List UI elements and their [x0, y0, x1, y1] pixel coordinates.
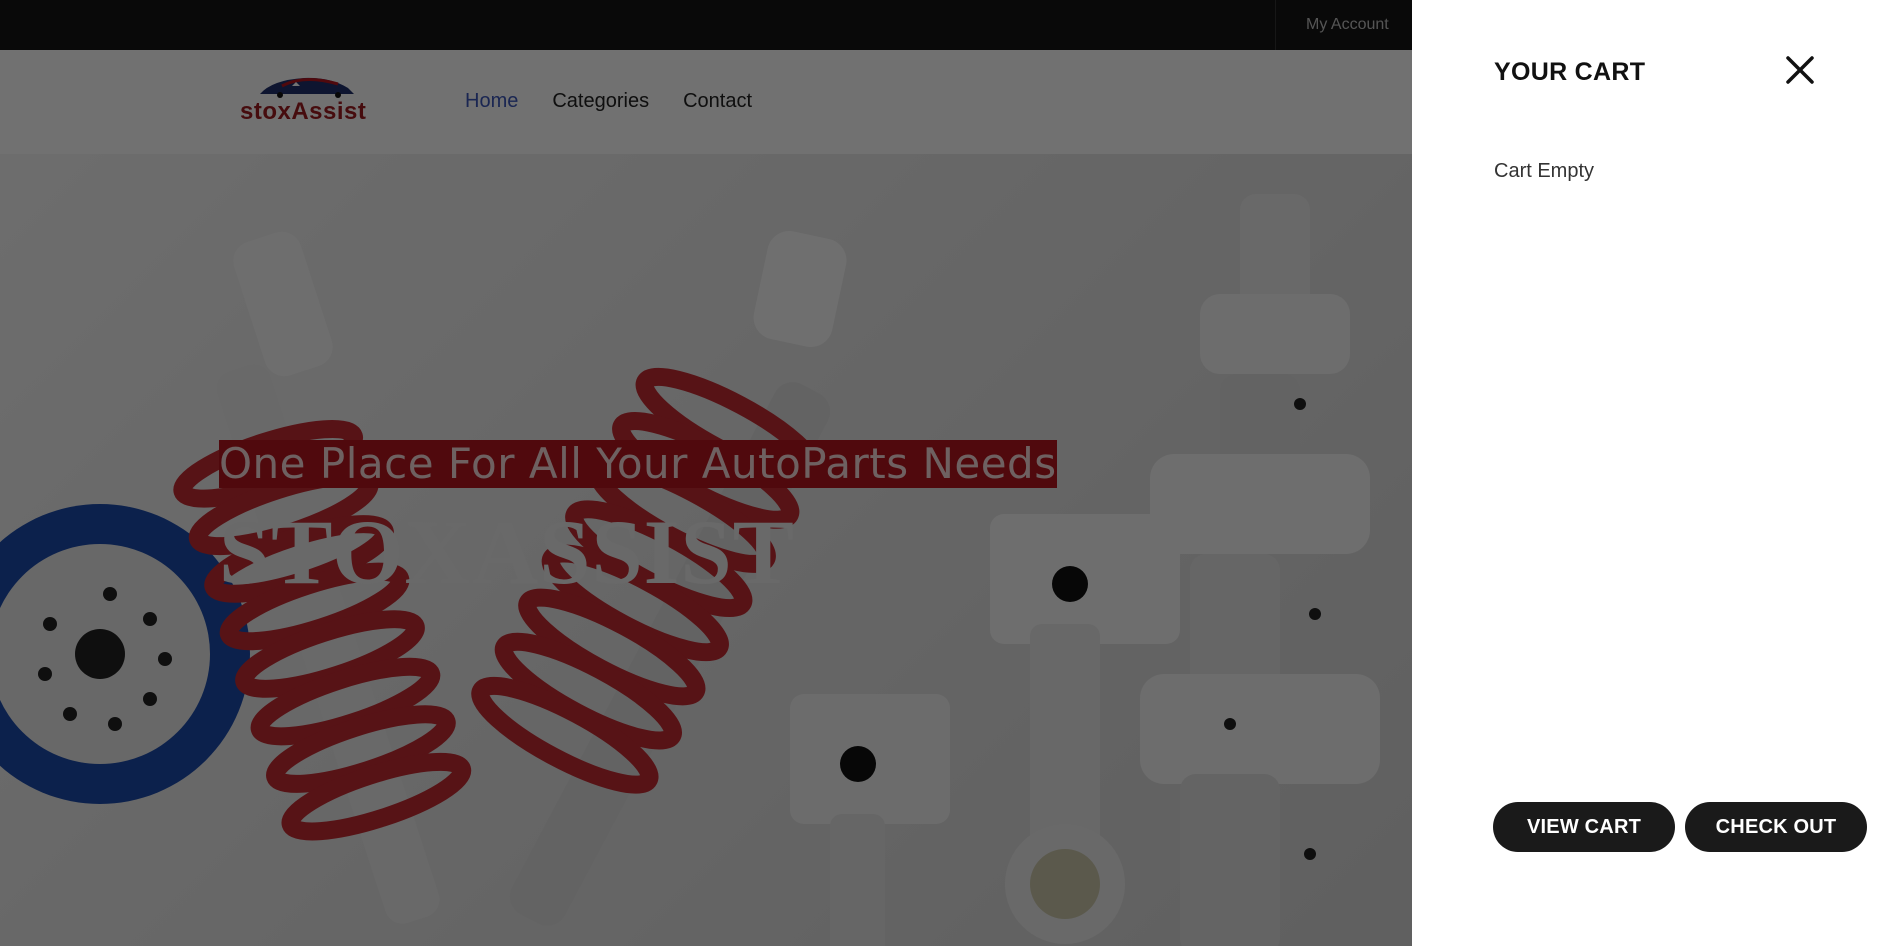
hero-tagline: One Place For All Your AutoParts Needs: [219, 439, 1057, 488]
nav-home[interactable]: Home: [465, 90, 518, 113]
main-nav: Home Categories Contact: [465, 90, 752, 113]
my-account-link[interactable]: My Account: [1306, 16, 1389, 34]
cart-empty-message: Cart Empty: [1494, 160, 1595, 182]
checkout-button[interactable]: CHECK OUT: [1685, 802, 1867, 852]
close-icon[interactable]: [1782, 52, 1818, 88]
site-logo[interactable]: stoxAssist: [238, 72, 366, 130]
topbar-divider: [1275, 0, 1276, 50]
view-cart-button[interactable]: VIEW CART: [1493, 802, 1675, 852]
nav-contact[interactable]: Contact: [683, 90, 752, 113]
cart-drawer: YOUR CART Cart Empty VIEW CART CHECK OUT: [1412, 0, 1898, 946]
nav-categories[interactable]: Categories: [552, 90, 649, 113]
logo-text: stoxAssist: [240, 98, 367, 125]
close-icon-glyph: [1786, 56, 1814, 84]
hero-brand-title: STOXASSIST: [219, 501, 795, 603]
cart-title: YOUR CART: [1494, 58, 1646, 86]
